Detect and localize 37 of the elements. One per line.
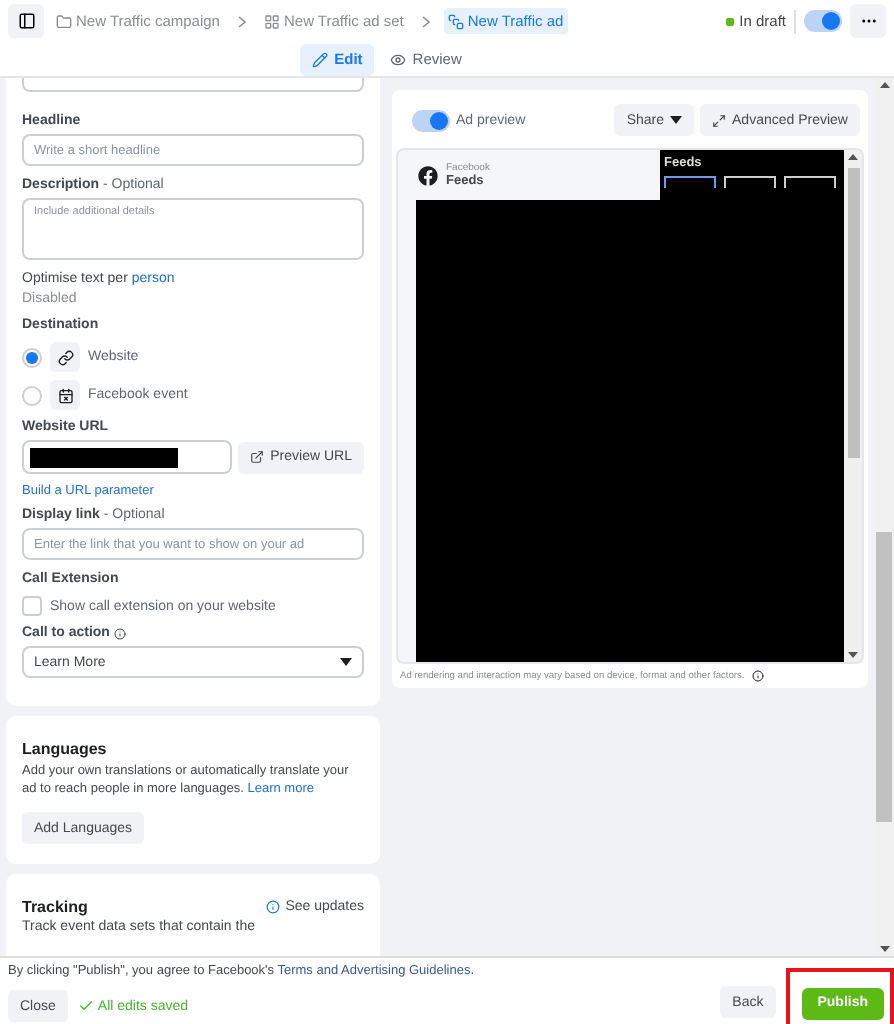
chevron-icon [421, 15, 430, 27]
grid-icon [263, 13, 280, 29]
scroll-down-icon[interactable] [848, 652, 858, 658]
external-link-icon [250, 450, 265, 464]
checkbox[interactable] [22, 596, 42, 616]
thumbnail[interactable] [664, 176, 716, 188]
url-field[interactable] [22, 440, 233, 474]
scroll-down-icon[interactable] [879, 946, 889, 952]
expand-icon [712, 113, 727, 127]
radio-button[interactable] [22, 385, 42, 405]
scroll-up-icon[interactable] [879, 82, 889, 88]
scrollbar[interactable] [844, 150, 862, 662]
info-icon [265, 900, 280, 914]
thumbnail[interactable] [724, 176, 776, 188]
check-icon [77, 998, 94, 1015]
sidebar-toggle-button[interactable] [8, 4, 44, 38]
toggle-switch[interactable] [804, 10, 842, 32]
info-icon [752, 670, 765, 682]
link-icon [57, 349, 73, 365]
pencil-icon [312, 51, 329, 67]
caret-icon [340, 658, 352, 666]
calendar-icon [57, 387, 73, 403]
folder-icon [56, 13, 72, 29]
facebook-logo-icon [418, 165, 438, 185]
preview-toggle[interactable] [412, 109, 450, 131]
caret-icon [670, 116, 683, 124]
section-title: Tracking [22, 898, 88, 916]
panel-icon [17, 12, 35, 30]
scroll-up-icon[interactable] [848, 154, 858, 160]
radio-button[interactable] [22, 347, 42, 367]
thumbnail[interactable] [784, 176, 836, 188]
info-icon [113, 627, 126, 639]
scrollbar[interactable] [874, 78, 894, 956]
text-field[interactable] [22, 78, 364, 92]
chevron-icon [237, 15, 246, 27]
section-title: Languages [22, 740, 109, 758]
eye-icon [390, 51, 407, 67]
